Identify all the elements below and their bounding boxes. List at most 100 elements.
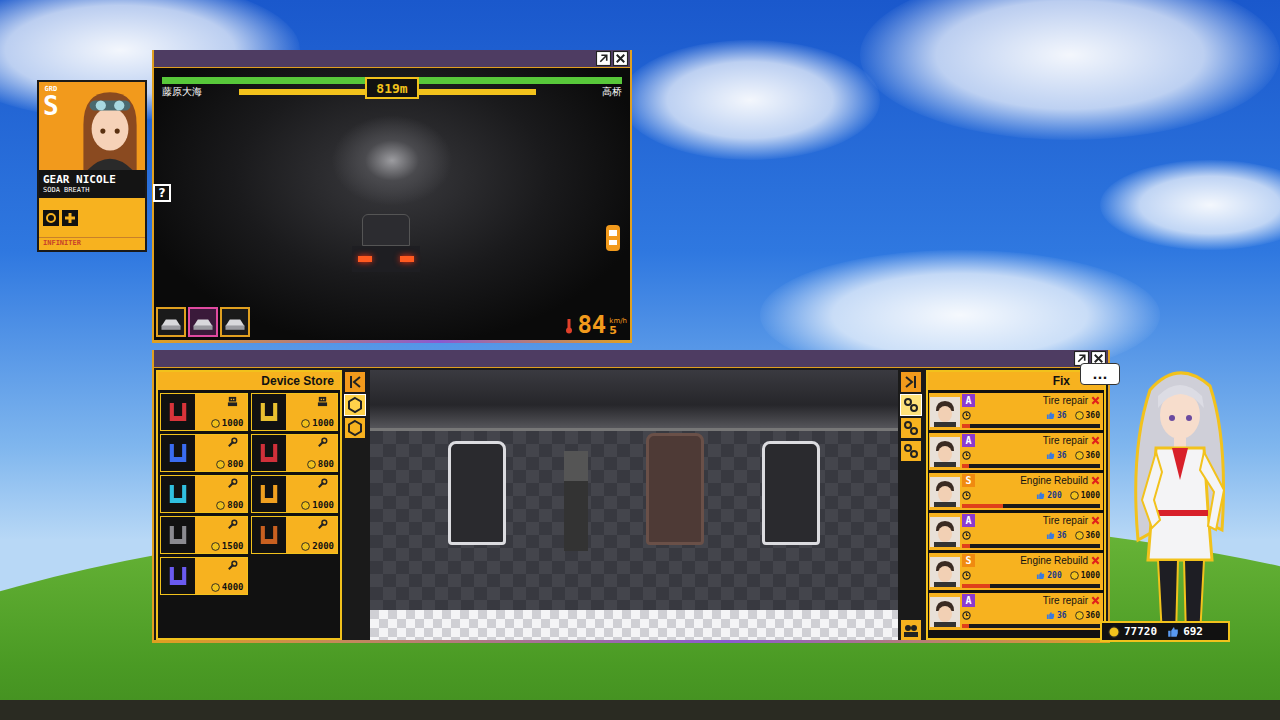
fix-job[interactable]: SEngine Rebuild2001000: [929, 473, 1103, 510]
fix-job[interactable]: ATire repair36360: [929, 593, 1103, 630]
speed-value: 84: [577, 313, 606, 337]
fix-job[interactable]: ATire repair36360: [929, 513, 1103, 550]
remove-icon[interactable]: [1091, 556, 1100, 565]
device-thumbnail: [161, 476, 195, 512]
coin-icon: [1070, 571, 1079, 580]
job-grade: A: [962, 594, 975, 607]
collapse-right-icon[interactable]: [901, 372, 921, 392]
remove-icon[interactable]: [1091, 396, 1100, 405]
device-icon: [164, 562, 192, 590]
job-name: Tire repair: [978, 595, 1088, 607]
remove-icon[interactable]: [1091, 516, 1100, 525]
rival-car: [352, 214, 420, 272]
device-thumbnail: [161, 394, 195, 430]
device-icon: [164, 398, 192, 426]
coin-icon: [1075, 451, 1084, 460]
device-store-panel: Device Store1000100080080080010001500200…: [156, 370, 342, 640]
customer-avatar-icon: [930, 397, 960, 427]
driver-right-name: 高桥: [602, 86, 622, 98]
wrench-icon: [317, 519, 328, 530]
store-item[interactable]: 4000: [160, 557, 248, 595]
job-cost: 360: [1086, 611, 1100, 620]
wrench-icon: [227, 519, 238, 530]
grade-label: GRD: [45, 85, 58, 93]
garage-titlebar[interactable]: [154, 350, 1108, 368]
car-slot[interactable]: [188, 307, 218, 337]
job-likes: 36: [1057, 531, 1067, 540]
customer-avatar-icon: [930, 597, 960, 627]
panel-tab-icon[interactable]: [901, 418, 921, 438]
store-item[interactable]: 1000: [251, 393, 339, 431]
coin-icon: [1070, 491, 1079, 500]
device-icon: [255, 521, 283, 549]
tool-rig[interactable]: [564, 451, 588, 551]
store-item[interactable]: 800: [160, 434, 248, 472]
device-thumbnail: [252, 435, 286, 471]
cloud: [620, 40, 880, 160]
fix-job[interactable]: ATire repair36360: [929, 433, 1103, 470]
help-button[interactable]: ?: [153, 184, 171, 202]
race-titlebar[interactable]: [154, 50, 630, 68]
driver-right-row: 高桥: [419, 85, 622, 99]
thumbs-up-icon: [1036, 571, 1045, 580]
job-likes: 200: [1047, 491, 1061, 500]
car-slot[interactable]: [220, 307, 250, 337]
job-name: Tire repair: [978, 515, 1088, 527]
fix-job[interactable]: SEngine Rebuild2001000: [929, 553, 1103, 590]
thumbs-up-icon: [1046, 451, 1055, 460]
mascot-character: [1112, 360, 1247, 640]
remove-icon[interactable]: [1091, 476, 1100, 485]
clock-icon: [962, 571, 971, 580]
gear-value: 5: [609, 325, 617, 337]
wrench-icon: [227, 560, 238, 571]
job-grade: A: [962, 394, 975, 407]
restore-icon[interactable]: [596, 51, 611, 66]
store-item[interactable]: 2000: [251, 516, 339, 554]
store-item[interactable]: 1000: [160, 393, 248, 431]
panel-tab-icon[interactable]: [901, 395, 921, 415]
wallet: 77720692: [1100, 621, 1230, 642]
remove-icon[interactable]: [1091, 596, 1100, 605]
fix-panel: FixATire repair36360ATire repair36360SEn…: [926, 370, 1106, 640]
device-tab-icon[interactable]: [345, 395, 365, 415]
character-card[interactable]: GRDSGEAR NICOLESODA BREATHINFINITER: [37, 80, 147, 252]
collapse-left-icon[interactable]: [345, 372, 365, 392]
job-cost: 360: [1086, 531, 1100, 540]
store-item[interactable]: 1500: [160, 516, 248, 554]
gear-skill-icon[interactable]: [43, 210, 59, 226]
plus-skill-icon[interactable]: [62, 210, 78, 226]
wrench-icon: [317, 478, 328, 489]
clock-icon: [962, 451, 971, 460]
race-window[interactable]: 819m藤原大海高桥?84km/h5: [152, 50, 632, 343]
store-item[interactable]: 1000: [251, 475, 339, 513]
cloud: [860, 0, 1280, 140]
staff-icon: [227, 396, 238, 407]
panel-tab-icon[interactable]: [901, 441, 921, 461]
store-item-price: 4000: [222, 582, 244, 592]
job-likes: 200: [1047, 571, 1061, 580]
garage-window[interactable]: Device Store1000100080080080010001500200…: [152, 350, 1110, 643]
garage-wall: [370, 370, 898, 431]
fix-job[interactable]: ATire repair36360: [929, 393, 1103, 430]
tunnel-scene: ?: [154, 99, 630, 307]
device-tab-icon[interactable]: [345, 418, 365, 438]
job-cost: 360: [1086, 451, 1100, 460]
coin-icon: [211, 583, 220, 592]
customer-avatar-icon: [930, 477, 960, 507]
character-name: GEAR NICOLE: [43, 173, 141, 186]
close-icon[interactable]: [613, 51, 628, 66]
clock-icon: [962, 411, 971, 420]
thumbs-up-icon: [1046, 531, 1055, 540]
coin-icon: [307, 460, 316, 469]
car-slot[interactable]: [156, 307, 186, 337]
job-progress: [962, 544, 1100, 548]
store-item[interactable]: 800: [251, 434, 339, 472]
remove-icon[interactable]: [1091, 436, 1100, 445]
garage-car[interactable]: [762, 441, 820, 545]
coin-icon: [211, 542, 220, 551]
staff-list-icon[interactable]: [901, 620, 921, 640]
store-item[interactable]: 800: [160, 475, 248, 513]
grade-value: S: [43, 93, 59, 119]
garage-car[interactable]: [448, 441, 506, 545]
garage-car[interactable]: [646, 433, 704, 545]
